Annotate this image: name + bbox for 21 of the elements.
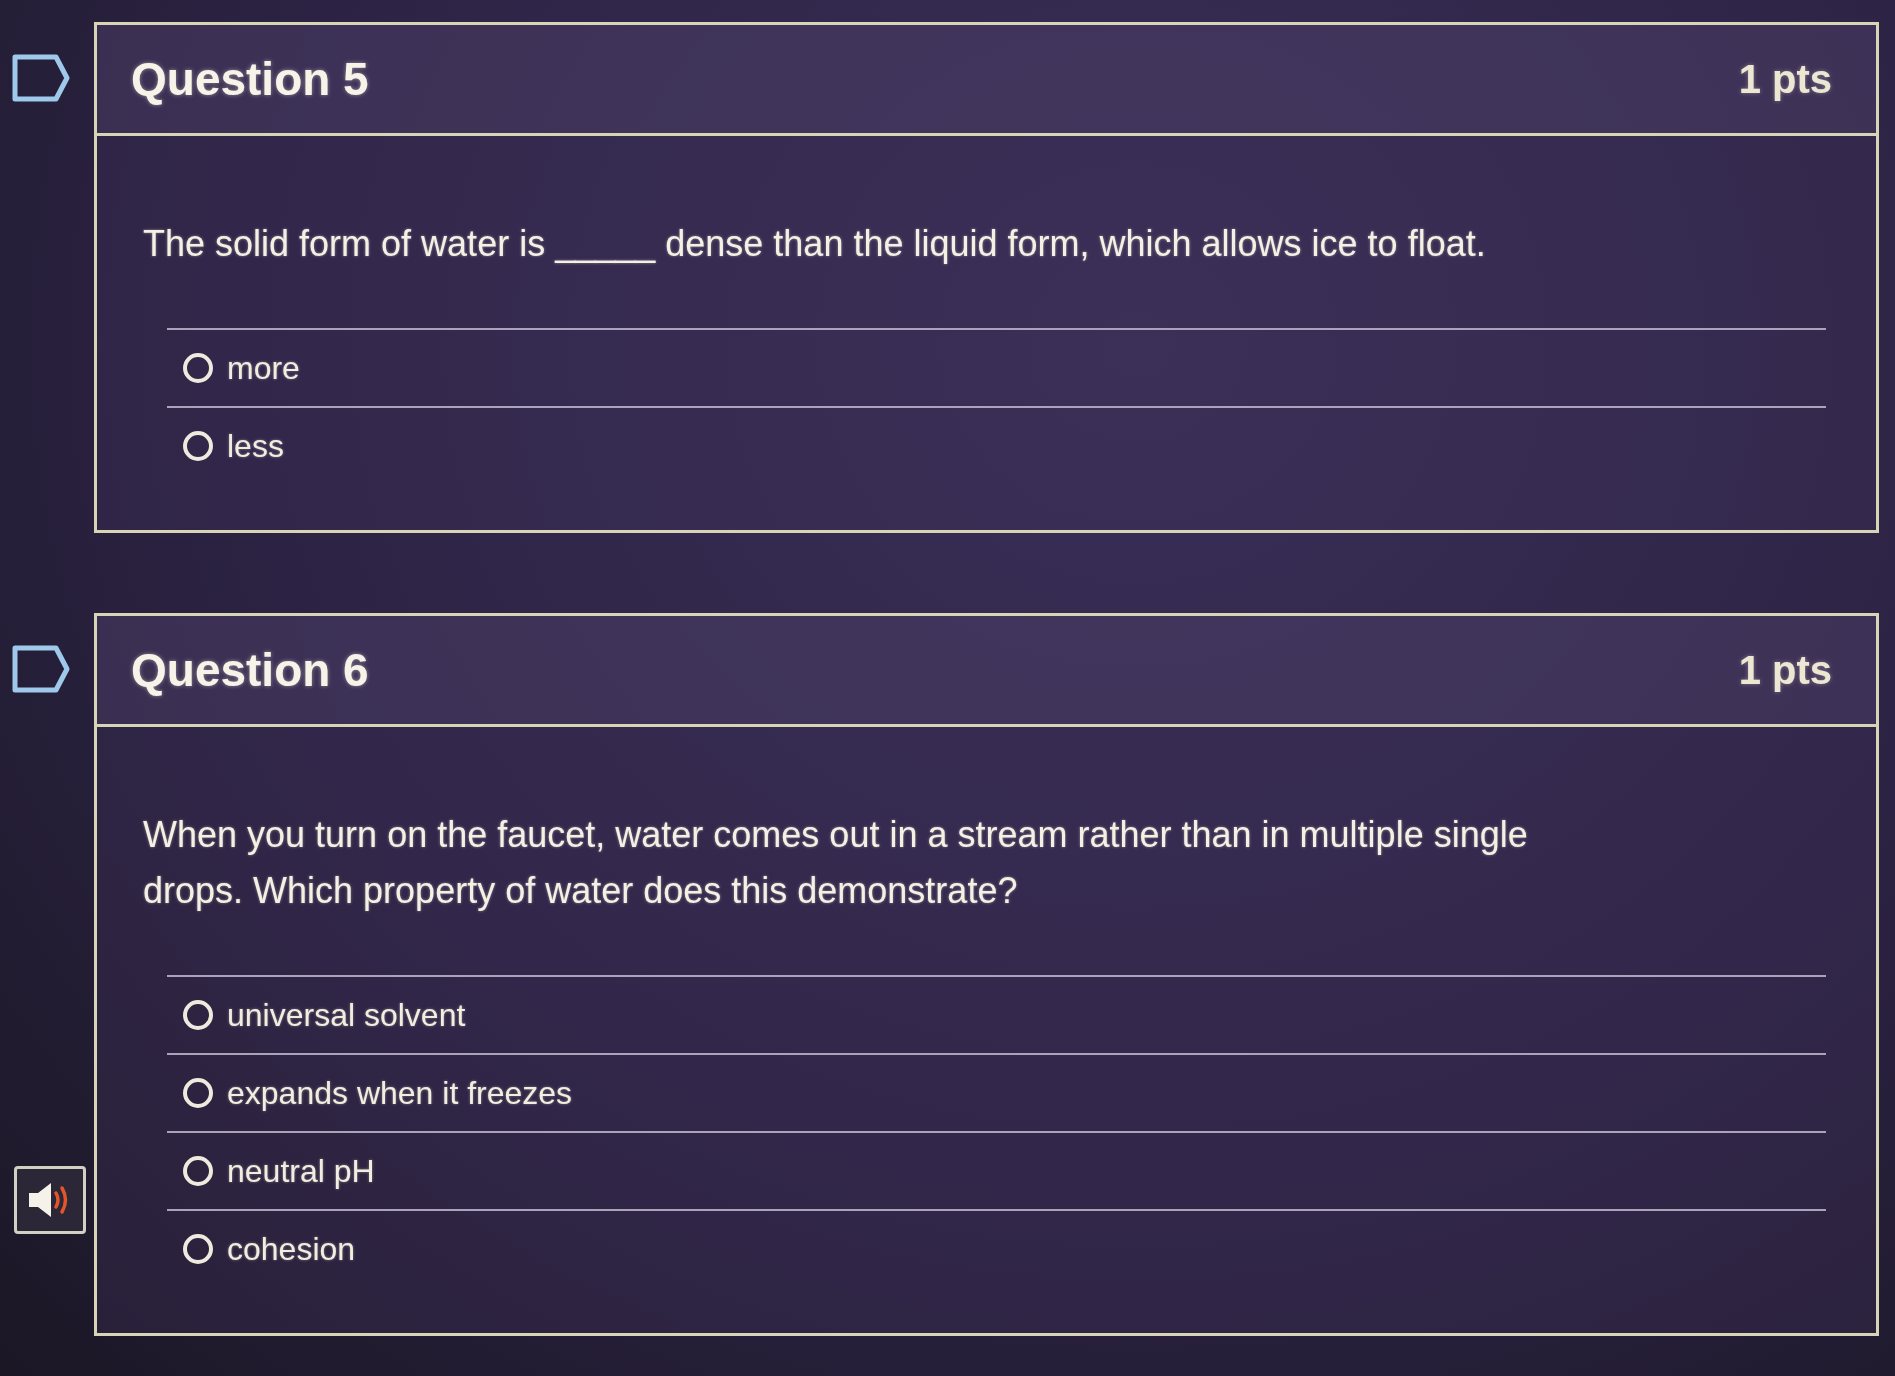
flag-icon[interactable] bbox=[12, 54, 70, 102]
radio-button[interactable] bbox=[183, 1078, 213, 1108]
question-points: 1 pts bbox=[1738, 56, 1832, 102]
radio-button[interactable] bbox=[183, 1156, 213, 1186]
answer-label[interactable]: expands when it freezes bbox=[227, 1074, 573, 1112]
answer-label[interactable]: more bbox=[227, 349, 300, 387]
radio-button[interactable] bbox=[183, 431, 213, 461]
answer-label[interactable]: cohesion bbox=[227, 1230, 356, 1268]
question-title: Question 5 bbox=[131, 52, 369, 106]
speaker-button[interactable] bbox=[14, 1166, 86, 1234]
question-title: Question 6 bbox=[131, 643, 369, 697]
answer-label[interactable]: universal solvent bbox=[227, 996, 466, 1034]
question-text: When you turn on the faucet, water comes out in a stream rather than in multiple single drops. Which property of water does this demonstrate? bbox=[143, 813, 1529, 913]
radio-button[interactable] bbox=[183, 1234, 213, 1264]
flag-icon[interactable] bbox=[12, 645, 70, 693]
answer-label[interactable]: neutral pH bbox=[227, 1152, 375, 1190]
answer-label[interactable]: less bbox=[227, 427, 284, 465]
question-text: The solid form of water is _____ dense than the liquid form, which allows ice to float. bbox=[143, 222, 1487, 266]
radio-button[interactable] bbox=[183, 1000, 213, 1030]
radio-button[interactable] bbox=[183, 353, 213, 383]
question-points: 1 pts bbox=[1738, 647, 1832, 693]
